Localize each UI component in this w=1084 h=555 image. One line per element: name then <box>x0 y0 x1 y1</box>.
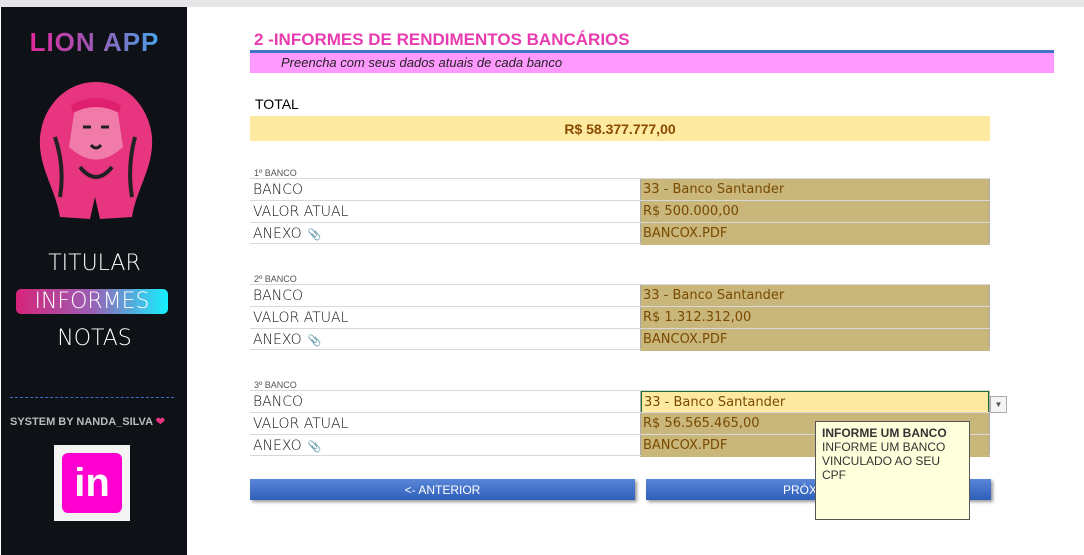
row-label: ANEXO <box>253 332 302 348</box>
table-row: ANEXO 📎 BANCOX.PDF <box>250 222 990 245</box>
table-row: BANCO 33 - Banco Santander <box>250 178 990 201</box>
attachment-field[interactable]: BANCOX.PDF <box>641 329 989 351</box>
credit-text: SYSTEM BY NANDA_SILVA ❤ <box>10 415 165 428</box>
lion-logo-icon <box>39 82 153 219</box>
credit-label: SYSTEM BY NANDA_SILVA <box>10 416 153 428</box>
value-field[interactable]: R$ 500.000,00 <box>641 201 989 223</box>
table-row: BANCO 33 - Banco Santander <box>250 390 990 413</box>
bank-section-2: 2º BANCO BANCO 33 - Banco Santander VALOR… <box>250 274 990 351</box>
paperclip-icon[interactable]: 📎 <box>308 334 322 347</box>
row-label: BANCO <box>253 288 304 304</box>
page-subtitle: Preencha com seus dados atuais de cada b… <box>250 53 1054 73</box>
window-top-strip <box>0 0 1084 7</box>
row-label: BANCO <box>253 182 304 198</box>
row-label: ANEXO <box>253 226 302 242</box>
tooltip-line: VINCULADO AO SEU CPF <box>822 454 941 482</box>
attachment-field[interactable]: BANCOX.PDF <box>641 223 989 245</box>
page-title: 2 -INFORMES DE RENDIMENTOS BANCÁRIOS <box>254 30 630 49</box>
tooltip-line: INFORME UM BANCO <box>822 440 946 454</box>
section-label: 2º BANCO <box>254 274 297 284</box>
dropdown-arrow-icon[interactable]: ▼ <box>990 396 1007 413</box>
total-label: TOTAL <box>255 96 299 112</box>
table-row: ANEXO 📎 BANCOX.PDF <box>250 328 990 351</box>
sidebar-divider <box>10 397 174 398</box>
previous-button[interactable]: <- ANTERIOR <box>250 479 635 500</box>
paperclip-icon[interactable]: 📎 <box>308 440 322 453</box>
app-title: LION APP <box>1 27 188 58</box>
row-label: VALOR ATUAL <box>253 204 349 220</box>
table-row: VALOR ATUAL R$ 500.000,00 <box>250 200 990 223</box>
nav-informes[interactable]: INFORMES <box>16 289 168 314</box>
tooltip-title: INFORME UM BANCO <box>822 426 947 440</box>
nav-notas[interactable]: NOTAS <box>1 326 188 351</box>
paperclip-icon[interactable]: 📎 <box>308 228 322 241</box>
bank-field[interactable]: 33 - Banco Santander <box>641 285 989 307</box>
heart-icon: ❤ <box>155 416 165 428</box>
bank-field-selected[interactable]: 33 - Banco Santander <box>641 391 989 413</box>
row-label: ANEXO <box>253 438 302 454</box>
row-label: VALOR ATUAL <box>253 416 349 432</box>
section-label: 3º BANCO <box>254 380 297 390</box>
table-row: BANCO 33 - Banco Santander <box>250 284 990 307</box>
linkedin-button[interactable]: in <box>54 445 130 521</box>
bank-section-1: 1º BANCO BANCO 33 - Banco Santander VALOR… <box>250 168 990 245</box>
nav-titular[interactable]: TITULAR <box>1 251 188 276</box>
total-value: R$ 58.377.777,00 <box>250 116 990 141</box>
input-tooltip: INFORME UM BANCO INFORME UM BANCO VINCUL… <box>815 421 970 520</box>
row-label: BANCO <box>253 394 304 410</box>
bank-field[interactable]: 33 - Banco Santander <box>641 179 989 201</box>
linkedin-icon: in <box>62 453 122 513</box>
value-field[interactable]: R$ 1.312.312,00 <box>641 307 989 329</box>
table-row: VALOR ATUAL R$ 1.312.312,00 <box>250 306 990 329</box>
sidebar: LION APP TITULAR INFORMES NOTAS SYSTEM B… <box>0 7 187 555</box>
section-label: 1º BANCO <box>254 168 297 178</box>
row-label: VALOR ATUAL <box>253 310 349 326</box>
